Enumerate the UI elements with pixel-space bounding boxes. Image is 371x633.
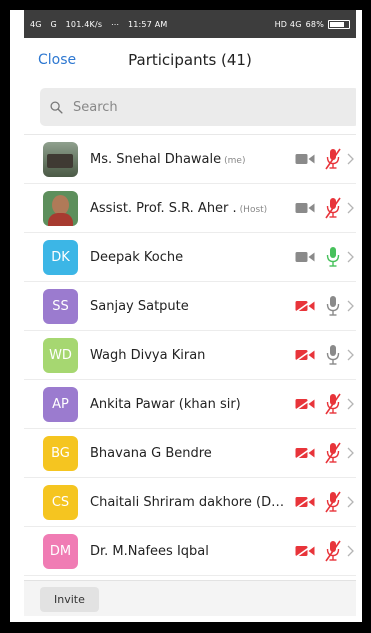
avatar: AP — [43, 386, 78, 422]
participant-name-text: Wagh Divya Kiran — [90, 347, 206, 363]
app-window: 4G G 101.4K/s ⋯ 11:57 AM HD 4G 68% Close… — [24, 10, 356, 616]
chevron-right-icon[interactable] — [347, 349, 354, 361]
mic-muted-icon[interactable] — [325, 442, 341, 464]
video-icon[interactable] — [295, 153, 315, 165]
status-bar: 4G G 101.4K/s ⋯ 11:57 AM HD 4G 68% — [24, 10, 356, 38]
clock: 11:57 AM — [127, 19, 168, 29]
mic-muted-icon[interactable] — [325, 197, 341, 219]
participant-name-text: Assist. Prof. S.R. Aher . — [90, 200, 237, 216]
participant-row[interactable]: AP Ankita Pawar (khan sir) — [24, 380, 356, 429]
participant-controls — [287, 197, 354, 219]
hd-indicator: HD 4G — [274, 19, 302, 29]
header: Close Participants (41) — [24, 38, 356, 82]
search-container — [24, 82, 356, 134]
phone-screen: 4G G 101.4K/s ⋯ 11:57 AM HD 4G 68% Close… — [10, 10, 362, 622]
status-right: HD 4G 68% — [274, 19, 350, 29]
participant-name-text: Ankita Pawar (khan sir) — [90, 396, 241, 412]
page-title: Participants (41) — [128, 51, 252, 69]
search-input[interactable] — [71, 98, 275, 116]
participant-controls — [287, 295, 354, 317]
participant-name: Chaitali Shriram dakhore (Dhanw... — [90, 495, 287, 510]
participant-name: Wagh Divya Kiran — [90, 348, 287, 363]
video-off-icon[interactable] — [295, 496, 315, 508]
mic-icon[interactable] — [325, 295, 341, 317]
participant-row[interactable]: DK Deepak Koche — [24, 233, 356, 282]
participant-name: Sanjay Satpute — [90, 299, 287, 314]
mic-muted-icon[interactable] — [325, 393, 341, 415]
participant-row[interactable]: BG Bhavana G Bendre — [24, 429, 356, 478]
video-icon[interactable] — [295, 202, 315, 214]
chevron-right-icon[interactable] — [347, 251, 354, 263]
participant-controls — [287, 246, 354, 268]
network-indicator-2: G — [50, 19, 57, 29]
participant-controls — [287, 344, 354, 366]
mic-active-icon[interactable] — [325, 246, 341, 268]
avatar: CS — [43, 484, 78, 520]
chevron-right-icon[interactable] — [347, 398, 354, 410]
avatar: DM — [43, 533, 78, 569]
video-off-icon[interactable] — [295, 349, 315, 361]
participant-name: Bhavana G Bendre — [90, 446, 287, 461]
battery-percent: 68% — [305, 19, 324, 29]
participant-name: Dr. M.Nafees Iqbal — [90, 544, 287, 559]
participant-row[interactable]: WD Wagh Divya Kiran — [24, 331, 356, 380]
avatar: SS — [43, 288, 78, 324]
participant-row[interactable]: CS Chaitali Shriram dakhore (Dhanw... — [24, 478, 356, 527]
video-icon[interactable] — [295, 251, 315, 263]
participant-role-tag: (me) — [224, 155, 246, 166]
search-icon — [50, 100, 63, 114]
chevron-right-icon[interactable] — [347, 545, 354, 557]
mic-icon[interactable] — [325, 344, 341, 366]
avatar-photo — [43, 141, 78, 177]
participant-name-text: Sanjay Satpute — [90, 298, 189, 314]
participant-role-tag: (Host) — [239, 204, 268, 215]
status-left: 4G G 101.4K/s ⋯ 11:57 AM — [30, 20, 174, 29]
participant-row[interactable]: Assist. Prof. S.R. Aher . (Host) — [24, 184, 356, 233]
participant-list: Ms. Snehal Dhawale (me) Assist. Prof. S.R.… — [24, 134, 356, 576]
chevron-right-icon[interactable] — [347, 202, 354, 214]
chevron-right-icon[interactable] — [347, 300, 354, 312]
participant-name-text: Ms. Snehal Dhawale — [90, 151, 222, 167]
close-button[interactable]: Close — [38, 52, 76, 68]
chevron-right-icon[interactable] — [347, 447, 354, 459]
participant-row[interactable]: DM Dr. M.Nafees Iqbal — [24, 527, 356, 576]
participant-name: Ankita Pawar (khan sir) — [90, 397, 287, 412]
participant-name: Ms. Snehal Dhawale (me) — [90, 152, 287, 167]
avatar: WD — [43, 337, 78, 373]
chevron-right-icon[interactable] — [347, 153, 354, 165]
participant-name-text: Deepak Koche — [90, 249, 184, 265]
invite-button[interactable]: Invite — [40, 586, 99, 612]
participant-name: Deepak Koche — [90, 250, 287, 265]
participant-row[interactable]: Ms. Snehal Dhawale (me) — [24, 135, 356, 184]
data-speed: 101.4K/s — [65, 19, 103, 29]
participant-name: Assist. Prof. S.R. Aher . (Host) — [90, 201, 287, 216]
video-off-icon[interactable] — [295, 545, 315, 557]
participant-name-text: Bhavana G Bendre — [90, 445, 212, 461]
participant-name-text: Chaitali Shriram dakhore (Dhanw... — [90, 494, 287, 510]
avatar-photo — [43, 190, 78, 226]
mic-muted-icon[interactable] — [325, 148, 341, 170]
battery-icon — [328, 19, 350, 29]
search-box[interactable] — [40, 88, 356, 126]
participant-controls — [287, 540, 354, 562]
participant-name-text: Dr. M.Nafees Iqbal — [90, 543, 209, 559]
participant-controls — [287, 442, 354, 464]
chevron-right-icon[interactable] — [347, 496, 354, 508]
participant-row[interactable]: SS Sanjay Satpute — [24, 282, 356, 331]
participant-controls — [287, 148, 354, 170]
video-off-icon[interactable] — [295, 398, 315, 410]
avatar: BG — [43, 435, 78, 471]
participant-controls — [287, 393, 354, 415]
footer: Invite — [24, 580, 356, 616]
participant-controls — [287, 491, 354, 513]
network-indicator: 4G — [30, 19, 42, 29]
avatar: DK — [43, 239, 78, 275]
mic-muted-icon[interactable] — [325, 540, 341, 562]
video-off-icon[interactable] — [295, 300, 315, 312]
more-icon: ⋯ — [110, 19, 120, 29]
video-off-icon[interactable] — [295, 447, 315, 459]
mic-muted-icon[interactable] — [325, 491, 341, 513]
